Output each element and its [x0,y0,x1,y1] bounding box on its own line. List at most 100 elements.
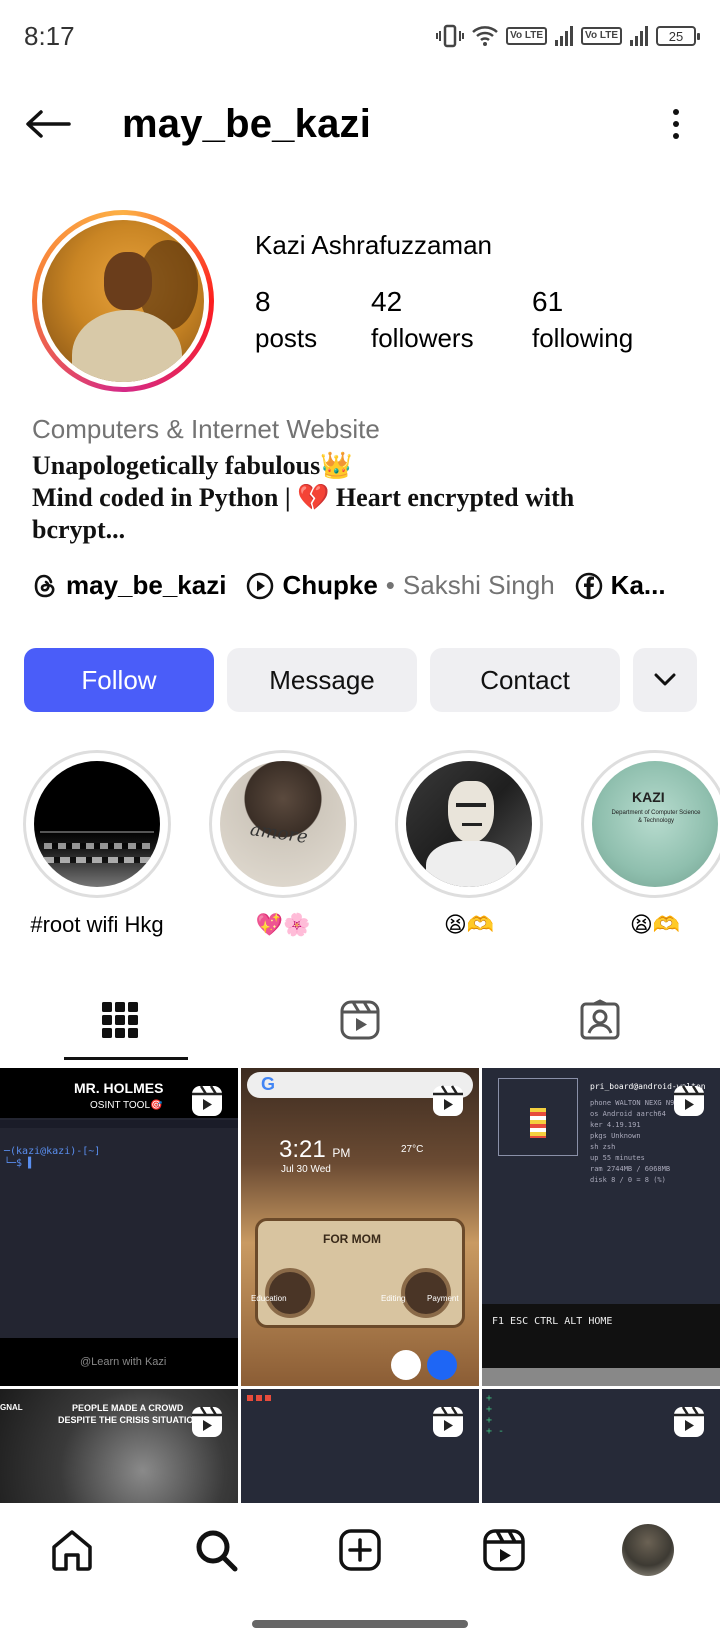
post-thumbnail[interactable] [241,1389,479,1503]
highlight-label: 😫🫶 [443,912,495,937]
post-side-text: GNAL [0,1403,23,1412]
nav-profile[interactable] [618,1520,678,1580]
post-temperature: 27°C [401,1144,424,1155]
home-indicator[interactable] [252,1620,468,1628]
post-thumbnail[interactable]: MR. HOLMES OSINT TOOL🎯 ─(kazi@kazi)-[~] … [0,1068,238,1386]
nav-create[interactable] [330,1520,390,1580]
highlight-item[interactable]: #root wifi Hkg [22,750,172,938]
post-keys-row: F1 ESC CTRL ALT HOME [492,1316,613,1327]
amore-text: amore [248,819,310,848]
highlight-label: 💖🌸 [255,912,311,937]
facebook-icon [575,572,602,599]
post-time-ampm: PM [332,1146,351,1160]
posts-count[interactable]: 8 posts [255,284,371,356]
more-vertical-icon [673,109,679,115]
facebook-link[interactable]: Ka... [575,570,666,601]
highlight-item[interactable]: KAZI Department of Computer Science & Te… [580,750,720,938]
post-thumbnail[interactable]: + + + + - [482,1389,720,1503]
options-button[interactable] [656,100,696,148]
tab-posts[interactable] [0,980,240,1060]
kazi-text: KAZI [632,789,665,805]
story-highlights: #root wifi Hkg amore 💖🌸 😫🫶 KAZI Departme… [22,750,720,938]
bio-line: Unapologetically fabulous👑 [32,451,353,480]
back-button[interactable] [24,100,72,148]
posts-grid: MR. HOLMES OSINT TOOL🎯 ─(kazi@kazi)-[~] … [0,1068,720,1503]
post-time: 3:21 [279,1136,326,1163]
post-thumbnail[interactable]: pri_board@android-walton phone WALTON NE… [482,1068,720,1386]
post-app-label: Editing [381,1294,406,1303]
profile-actions: Follow Message Contact [24,648,697,712]
status-bar: 8:17 Vo LTE Vo LTE 25 [0,0,720,72]
nav-reels[interactable] [474,1520,534,1580]
add-post-icon [339,1529,381,1571]
post-title: MR. HOLMES [74,1080,164,1096]
volte-icon: Vo LTE [506,27,548,45]
post-clock: 3:21 PM [279,1136,350,1164]
battery-icon: 25 [656,26,700,46]
post-thumbnail[interactable]: G 3:21 PM Jul 30 Wed 27°C FOR MOM Educat… [241,1068,479,1386]
kazi-subtext: Department of Computer Science & Technol… [611,810,701,824]
tab-reels[interactable] [240,980,480,1060]
post-app-label: Education [251,1294,287,1303]
reel-icon [192,1406,222,1437]
bottom-navigation [0,1505,720,1595]
highlight-cover [34,761,160,887]
reel-icon [433,1406,463,1437]
music-title: Chupke [282,570,378,600]
stat-label: posts [255,323,318,353]
chevron-down-icon [654,673,676,686]
status-time: 8:17 [24,20,75,51]
reels-icon [340,1000,380,1040]
profile-links: may_be_kazi Chupke • Sakshi Singh Ka... [32,570,688,601]
profile-photo [42,220,204,382]
message-button[interactable]: Message [227,648,417,712]
profile-category: Computers & Internet Website [32,414,380,444]
highlight-cover [406,761,532,887]
reel-icon [674,1085,704,1116]
suggested-accounts-button[interactable] [633,648,697,712]
avatar [622,1524,674,1576]
threads-handle: may_be_kazi [66,570,227,600]
stat-value: 8 [255,286,271,317]
reel-icon [433,1085,463,1116]
arrow-left-icon [26,110,71,138]
tagged-icon [580,999,620,1040]
stat-label: following [532,323,634,353]
highlight-label: #root wifi Hkg [30,912,164,937]
post-title: PEOPLE MADE A CROWD [72,1403,184,1413]
post-thumbnail[interactable]: GNAL PEOPLE MADE A CROWD DESPITE THE CRI… [0,1389,238,1503]
page-title: may_be_kazi [122,101,372,146]
signal-icon-2 [630,26,648,46]
profile-stats: 8 posts 42 followers 61 following [255,284,633,356]
stat-value: 61 [532,286,564,317]
music-artist: Sakshi Singh [402,570,555,600]
bio-line: bcrypt... [32,515,126,544]
play-circle-icon [247,572,274,599]
following-count[interactable]: 61 following [532,284,633,356]
avatar[interactable] [32,210,214,392]
stat-label: followers [371,323,474,353]
highlight-cover: KAZI Department of Computer Science & Te… [592,761,718,887]
contact-button[interactable]: Contact [430,648,620,712]
display-name: Kazi Ashrafuzzaman [255,230,493,260]
followers-count[interactable]: 42 followers [371,284,532,356]
nav-search[interactable] [186,1520,246,1580]
threads-link[interactable]: may_be_kazi [32,570,226,601]
home-icon [52,1530,92,1571]
music-link[interactable]: Chupke • Sakshi Singh [246,570,555,601]
highlight-label: 😫🫶 [629,912,681,937]
highlight-item[interactable]: amore 💖🌸 [208,750,358,938]
tab-tagged[interactable] [480,980,720,1060]
nav-home[interactable] [42,1520,102,1580]
follow-button[interactable]: Follow [24,648,214,712]
post-subtitle: DESPITE THE CRISIS SITUATION [58,1415,200,1425]
highlight-item[interactable]: 😫🫶 [394,750,544,938]
grid-icon [102,1002,138,1038]
stat-value: 42 [371,286,403,317]
vibrate-icon [436,24,465,48]
signal-icon [555,26,574,46]
post-app-label: Payment [427,1294,459,1303]
profile-bio[interactable]: Unapologetically fabulous👑 Mind coded in… [32,450,682,546]
status-icons: Vo LTE Vo LTE 25 [436,24,700,48]
wifi-icon [472,25,498,47]
